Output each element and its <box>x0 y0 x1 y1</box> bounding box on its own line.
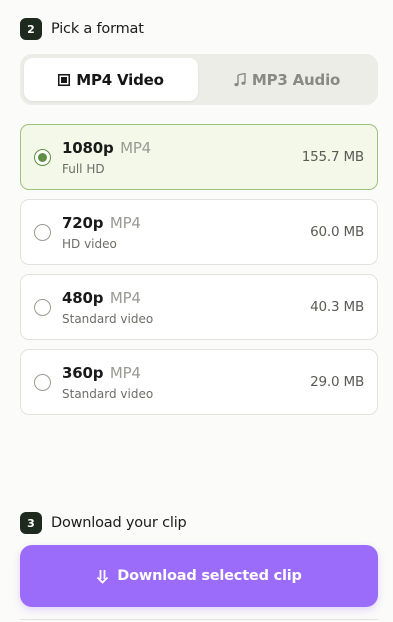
radio-button[interactable] <box>34 298 51 316</box>
radio-selected-dot <box>38 152 47 162</box>
radio-button[interactable] <box>34 223 51 241</box>
option-resolution: 1080p <box>62 138 114 157</box>
option-title: 1080p MP4 <box>62 139 302 157</box>
option-text: 480p MP4 Standard video <box>62 289 310 326</box>
option-1080p[interactable]: 1080p MP4 Full HD 155.7 MB <box>20 124 378 190</box>
step-3-header: 3 Download your clip <box>20 512 187 534</box>
option-description: Full HD <box>62 161 105 176</box>
option-resolution: 720p <box>62 213 104 232</box>
option-format: MP4 <box>109 288 141 307</box>
film-icon <box>58 73 71 86</box>
option-description: Standard video <box>62 311 154 326</box>
step-3-badge: 3 <box>20 512 42 534</box>
option-360p[interactable]: 360p MP4 Standard video 29.0 MB <box>20 349 378 415</box>
music-note-icon <box>234 72 246 87</box>
option-size: 29.0 MB <box>310 374 364 390</box>
tab-mp3-label: MP3 Audio <box>251 70 341 89</box>
option-size: 155.7 MB <box>301 149 364 165</box>
option-title: 360p MP4 <box>62 364 310 382</box>
option-resolution: 360p <box>62 363 104 382</box>
step-2-badge: 2 <box>20 18 42 40</box>
step-2-title: Pick a format <box>51 21 144 37</box>
option-480p[interactable]: 480p MP4 Standard video 40.3 MB <box>20 274 378 340</box>
quality-options: 1080p MP4 Full HD 155.7 MB 720p MP4 HD v… <box>20 124 378 424</box>
option-text: 360p MP4 Standard video <box>62 364 310 401</box>
step-3-title: Download your clip <box>51 515 187 531</box>
option-size: 60.0 MB <box>310 224 364 240</box>
download-button-label: Download selected clip <box>117 568 302 584</box>
option-description: HD video <box>62 236 117 251</box>
option-format: MP4 <box>109 363 141 382</box>
option-description: Standard video <box>62 386 154 401</box>
option-format: MP4 <box>109 213 141 232</box>
step-2-header: 2 Pick a format <box>20 18 144 40</box>
radio-button[interactable] <box>34 373 51 391</box>
option-title: 720p MP4 <box>62 214 310 232</box>
download-button[interactable]: Download selected clip <box>20 545 378 607</box>
option-720p[interactable]: 720p MP4 HD video 60.0 MB <box>20 199 378 265</box>
option-title: 480p MP4 <box>62 289 310 307</box>
radio-button[interactable] <box>34 148 51 166</box>
option-text: 720p MP4 HD video <box>62 214 310 251</box>
tab-mp4-label: MP4 Video <box>76 70 164 89</box>
option-resolution: 480p <box>62 288 104 307</box>
option-format: MP4 <box>120 138 152 157</box>
download-arrow-icon <box>96 569 109 584</box>
option-text: 1080p MP4 Full HD <box>62 139 302 176</box>
format-tabs: MP4 Video MP3 Audio <box>20 54 378 105</box>
tab-mp3-audio[interactable]: MP3 Audio <box>200 58 374 101</box>
option-size: 40.3 MB <box>310 299 364 315</box>
tab-mp4-video[interactable]: MP4 Video <box>24 58 198 101</box>
